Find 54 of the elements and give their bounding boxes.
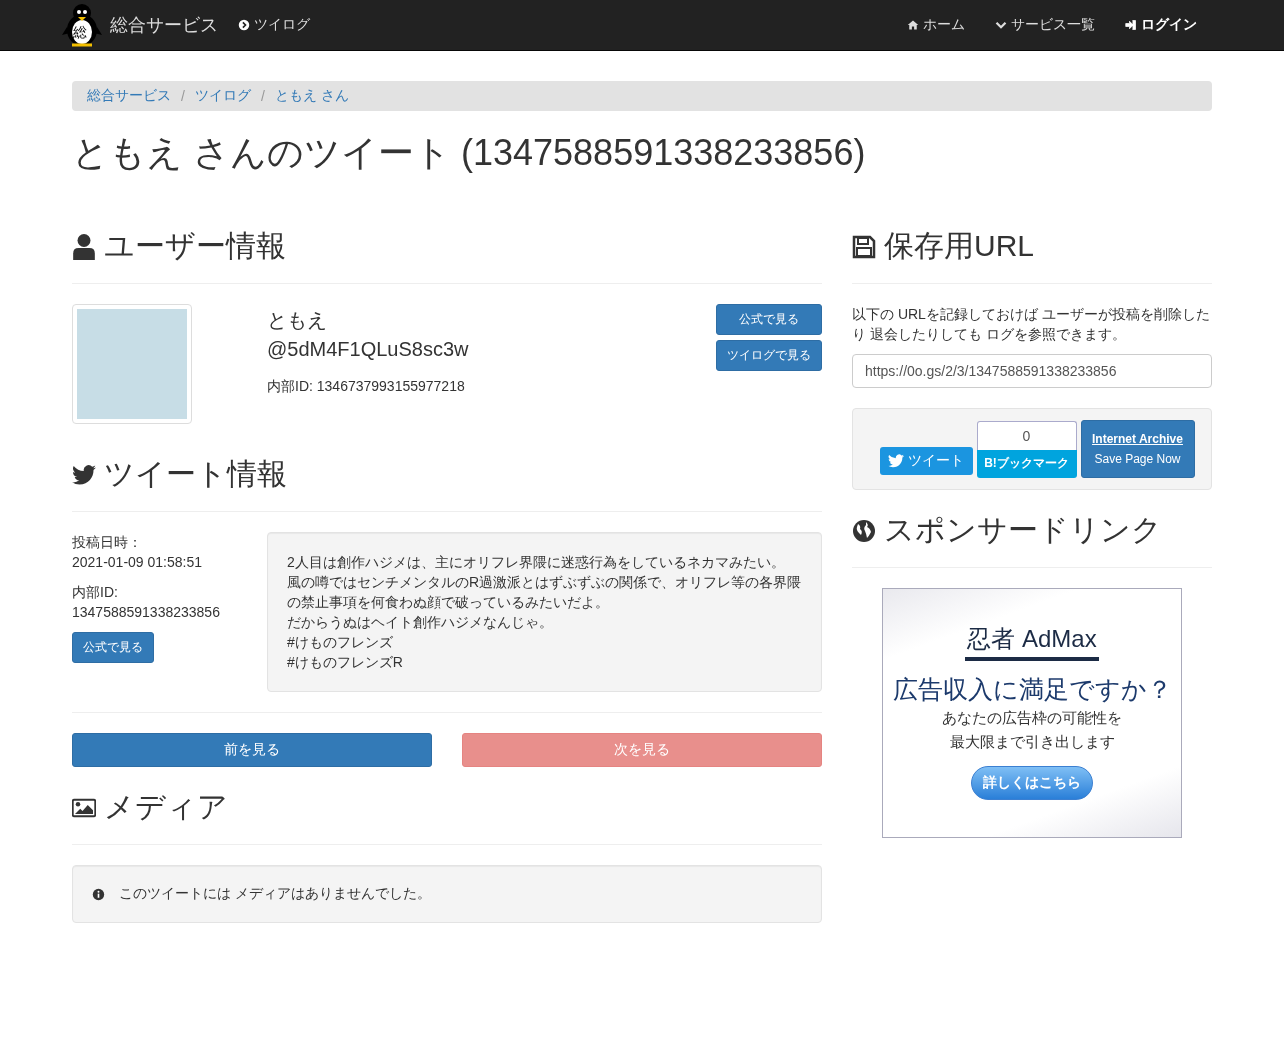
bird-icon: [888, 454, 904, 468]
breadcrumb-link[interactable]: ツイログ: [194, 87, 251, 105]
ad-banner[interactable]: 忍者 AdMax 広告収入に満足ですか？ あなたの広告枠の可能性を 最大限まで引き出します 詳しくはこちら: [882, 588, 1182, 838]
nav-link[interactable]: ホーム: [907, 16, 965, 34]
sign-in-icon: [1125, 19, 1137, 31]
tweet-id: 1347588591338233856: [72, 603, 221, 622]
globe-icon: [852, 517, 876, 544]
description-text: 以下の URLを記録しておけば ユーザーが投稿を削除したり 退会したりしても ログを参照できます。: [852, 305, 1211, 344]
tweet-text-line: だからうぬはヘイト創作ハジメなんじゃ。: [287, 613, 554, 632]
display-name: ともえ: [267, 308, 328, 333]
ad-text-line: あなたの広告枠の可能性を: [942, 708, 1122, 728]
bookmark-button[interactable]: B!ブックマーク: [976, 449, 1077, 478]
nav-link[interactable]: サービス一覧: [995, 16, 1095, 34]
bookmark-count: 0: [976, 420, 1077, 450]
nav-link[interactable]: ツイログ: [238, 16, 310, 34]
tweet-button[interactable]: ツイート: [879, 447, 973, 475]
brand-link[interactable]: 総 総合サービス: [62, 3, 218, 47]
breadcrumb-link[interactable]: ともえ さん: [274, 87, 349, 105]
breadcrumb-separator: /: [180, 88, 186, 104]
chevron-down-icon: [995, 19, 1007, 31]
page-title: ともえ さんのツイート (1347588591338233856): [72, 131, 867, 175]
section-heading: ユーザー情報: [104, 228, 286, 264]
section-heading: スポンサードリンク: [884, 512, 1162, 548]
url-field[interactable]: https://0o.gs/2/3/1347588591338233856: [852, 354, 1212, 388]
tweet-text-line: #けものフレンズ: [287, 633, 394, 652]
notice-text: このツイートには メディアはありませんでした。: [119, 885, 431, 903]
home-icon: [907, 19, 919, 31]
view-button[interactable]: 公式で見る: [716, 304, 822, 335]
penguin-logo: 総: [62, 3, 102, 47]
ad-headline: 広告収入に満足ですか？: [892, 674, 1172, 705]
tweet-text-line: #けものフレンズR: [287, 653, 404, 672]
tweet-text-line: 2人目は創作ハジメは、主にオリフレ界隈に迷惑行為をしているネカマみたい。: [287, 553, 786, 572]
view-button[interactable]: ツイログで見る: [716, 340, 822, 371]
ad-button[interactable]: 詳しくはこちら: [971, 766, 1093, 800]
breadcrumb-link[interactable]: 総合サービス: [87, 87, 171, 105]
info-icon: [92, 887, 105, 901]
chevron-circle-icon: [238, 19, 250, 31]
view-button[interactable]: 公式で見る: [72, 632, 154, 663]
internal-id: 内部ID: 1346737993155977218: [267, 378, 466, 396]
user-icon: [72, 233, 96, 260]
ad-text-line: 最大限まで引き出します: [949, 732, 1115, 752]
tweet-text-line: 風の噂ではセンチメンタルのR過激派とはずぶずぶの関係で、オリフレ等の各界隈の禁止事項を何食わぬ顔で破っているみたいだよ。: [287, 573, 802, 612]
id-label: 内部ID:: [72, 583, 119, 602]
section-heading: メディア: [104, 789, 228, 825]
breadcrumb-separator: /: [259, 88, 266, 104]
section-heading: ツイート情報: [104, 456, 287, 492]
ad-logo: 忍者 AdMax: [967, 624, 1097, 654]
pager-button[interactable]: 前を見る: [72, 733, 432, 767]
screen-name: @5dM4F1QLuS8sc3w: [267, 337, 470, 362]
posted-date: 2021-01-09 01:58:51: [72, 553, 203, 572]
posted-label: 投稿日時：: [72, 533, 143, 552]
nav-link[interactable]: ログイン: [1125, 16, 1197, 34]
archive-button[interactable]: Internet Archive Save Page Now: [1080, 420, 1195, 478]
section-heading: 保存用URL: [884, 228, 1034, 264]
